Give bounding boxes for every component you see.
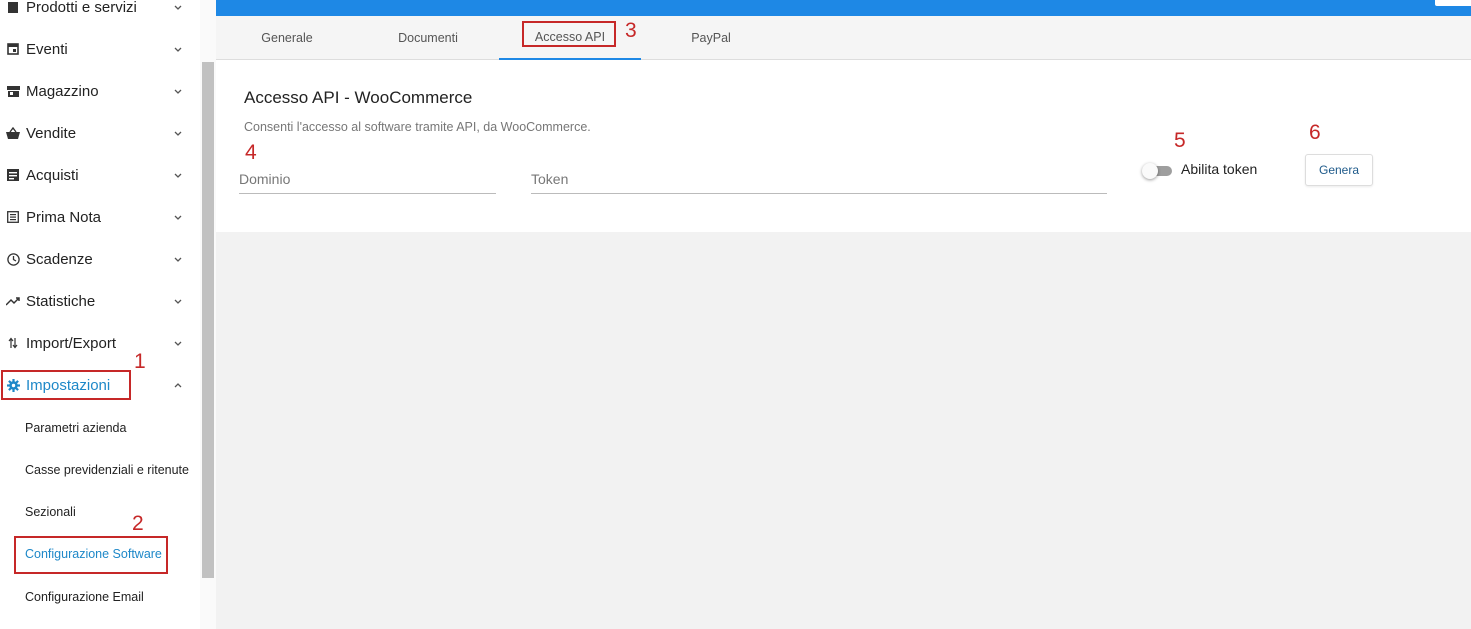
swap-icon (6, 336, 20, 350)
sidebar-subitem-configurazione-email[interactable]: Configurazione Email (25, 587, 144, 607)
token-input[interactable] (531, 164, 1107, 194)
main-content: Accesso API - WooCommerce Consenti l'acc… (216, 60, 1471, 629)
genera-button[interactable]: Genera (1305, 154, 1373, 186)
abilita-token-label: Abilita token (1181, 161, 1258, 177)
sidebar-item-scadenze[interactable]: Scadenze (0, 244, 200, 274)
annotation-number-4: 4 (245, 141, 257, 164)
sidebar-item-label: Statistiche (26, 292, 96, 310)
sidebar-item-magazzino[interactable]: Magazzino (0, 76, 200, 106)
store-icon (6, 84, 20, 98)
sidebar-item-vendite[interactable]: Vendite (0, 118, 200, 148)
sidebar-item-label: Magazzino (26, 82, 99, 100)
clock-icon (6, 252, 20, 266)
notebook-icon (6, 210, 20, 224)
chevron-down-icon (172, 173, 184, 178)
trending-icon (6, 294, 20, 308)
annotation-number-5: 5 (1174, 129, 1186, 152)
sidebar-item-label: Acquisti (26, 166, 79, 184)
box-icon (6, 0, 20, 14)
chevron-down-icon (172, 47, 184, 52)
chevron-down-icon (172, 215, 184, 220)
receipt-icon (6, 168, 20, 182)
annotation-box-2 (14, 536, 168, 574)
top-bar (216, 0, 1471, 16)
chevron-down-icon (172, 5, 184, 10)
dominio-input[interactable] (239, 164, 496, 194)
sidebar-item-acquisti[interactable]: Acquisti (0, 160, 200, 190)
sidebar-item-label: Import/Export (26, 334, 117, 352)
tab-paypal[interactable]: PayPal (648, 16, 774, 60)
annotation-number-1: 1 (134, 350, 146, 373)
sidebar-item-label: Prodotti e servizi (26, 0, 137, 16)
annotation-box-3 (522, 21, 616, 47)
sidebar-scrollbar-thumb[interactable] (202, 62, 214, 578)
basket-icon (6, 126, 20, 140)
sidebar-item-label: Vendite (26, 124, 77, 142)
annotation-number-2: 2 (132, 512, 144, 535)
abilita-token-toggle[interactable] (1142, 163, 1174, 179)
sidebar-item-statistiche[interactable]: Statistiche (0, 286, 200, 316)
tab-bar: Generale Documenti Accesso API PayPal (216, 16, 1471, 60)
annotation-number-6: 6 (1309, 121, 1321, 144)
token-field (531, 164, 1107, 194)
sidebar-subitem-casse-previdenziali[interactable]: Casse previdenziali e ritenute (25, 460, 189, 480)
sidebar-item-label: Scadenze (26, 250, 93, 268)
card-description: Consenti l'accesso al software tramite A… (244, 120, 591, 134)
chevron-down-icon (172, 257, 184, 262)
sidebar: Prodotti e servizi Eventi Magazzino Vend… (0, 0, 216, 629)
sidebar-item-import-export[interactable]: Import/Export (0, 328, 200, 358)
toggle-knob (1142, 163, 1158, 179)
sidebar-item-prodotti[interactable]: Prodotti e servizi (0, 0, 200, 22)
tab-generale[interactable]: Generale (224, 16, 350, 60)
chevron-down-icon (172, 299, 184, 304)
sidebar-subitem-sezionali[interactable]: Sezionali (25, 502, 76, 522)
annotation-number-3: 3 (625, 19, 637, 42)
chevron-down-icon (172, 89, 184, 94)
top-bar-button[interactable] (1435, 0, 1471, 6)
annotation-box-1 (1, 370, 131, 400)
sidebar-item-label: Prima Nota (26, 208, 102, 226)
chevron-down-icon (172, 131, 184, 136)
sidebar-subitem-parametri-azienda[interactable]: Parametri azienda (25, 418, 126, 438)
sidebar-item-label: Eventi (26, 40, 68, 58)
card-title: Accesso API - WooCommerce (244, 88, 473, 107)
chevron-up-icon (172, 382, 184, 388)
chevron-down-icon (172, 341, 184, 346)
calendar-icon (6, 42, 20, 56)
tab-documenti[interactable]: Documenti (364, 16, 492, 60)
api-access-card: Accesso API - WooCommerce Consenti l'acc… (216, 60, 1471, 232)
sidebar-item-eventi[interactable]: Eventi (0, 34, 200, 64)
dominio-field (239, 164, 496, 194)
sidebar-item-prima-nota[interactable]: Prima Nota (0, 202, 200, 232)
